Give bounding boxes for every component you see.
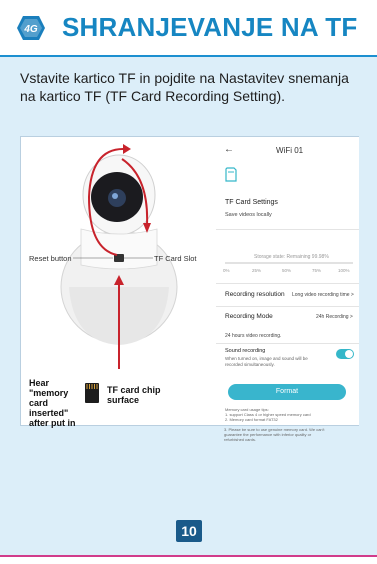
header-divider xyxy=(0,55,377,57)
recording-mode-value: 24h Recording > xyxy=(316,314,353,320)
sound-recording-toggle[interactable] xyxy=(336,349,354,359)
divider xyxy=(216,229,359,230)
device-title: WiFi 01 xyxy=(276,146,304,155)
divider xyxy=(216,283,359,284)
recording-mode-row[interactable]: Recording Mode 24h Recording > xyxy=(216,307,359,327)
back-arrow-icon[interactable]: ← xyxy=(224,144,234,155)
4g-logo-icon: 4G xyxy=(17,16,45,40)
usage-tips: Memory card usage tips: 1. support Class… xyxy=(225,407,355,422)
usage-tips-line: 2. Memory card format FAT32 xyxy=(225,417,278,422)
page-title: SHRANJEVANJE NA TF xyxy=(62,12,358,42)
recording-resolution-value: Long video recording time > xyxy=(292,292,354,298)
sound-recording-desc: When turned on, image and sound will be … xyxy=(225,356,308,367)
scale-25: 25% xyxy=(252,268,262,273)
sd-card-icon xyxy=(225,167,237,182)
sound-recording-title: Sound recording xyxy=(225,348,266,354)
format-button[interactable]: Format xyxy=(228,384,346,400)
scale-100: 100% xyxy=(338,268,350,273)
recording-mode-label: Recording Mode xyxy=(225,313,273,320)
footer-rule xyxy=(0,555,377,557)
scale-75: 75% xyxy=(312,268,322,273)
scale-0: 0% xyxy=(223,268,230,273)
recording-resolution-row[interactable]: Recording resolution Long video recordin… xyxy=(216,285,359,305)
reset-button-label: Reset button xyxy=(29,254,72,263)
recording-mode-note: 24 hours video recording. xyxy=(225,333,282,339)
usage-tips-overflow: 3. Please be sure to use genuine memory … xyxy=(224,427,359,442)
phone-screenshot: ← WiFi 01 TF Card Settings Save videos l… xyxy=(216,137,359,425)
tf-settings-subtitle: Save videos locally xyxy=(225,212,272,218)
page-header: 4G SHRANJEVANJE NA TF xyxy=(0,0,377,55)
tf-card-slot-label: TF Card Slot xyxy=(154,254,197,263)
illustration-panel: Reset button TF Card Slot Hear "memory c… xyxy=(20,136,359,428)
page-number-badge: 10 xyxy=(176,520,202,542)
tf-card-chip-label: TF card chip surface xyxy=(107,385,161,405)
memory-card-inserted-label: Hear "memory card inserted" after put in xyxy=(29,378,76,428)
camera-illustration: Reset button TF Card Slot Hear "memory c… xyxy=(21,137,211,428)
scale-50: 50% xyxy=(282,268,292,273)
intro-text: Vstavite kartico TF in pojdite na Nastav… xyxy=(20,70,349,104)
usage-tips-line: refurbished cards. xyxy=(224,437,257,442)
storage-bar xyxy=(225,262,353,264)
tf-settings-title: TF Card Settings xyxy=(225,199,278,206)
svg-text:4G: 4G xyxy=(23,24,38,35)
storage-state-text: Storage state: Remaining 99.98% xyxy=(254,254,329,260)
divider xyxy=(216,343,359,344)
recording-resolution-label: Recording resolution xyxy=(225,291,285,298)
